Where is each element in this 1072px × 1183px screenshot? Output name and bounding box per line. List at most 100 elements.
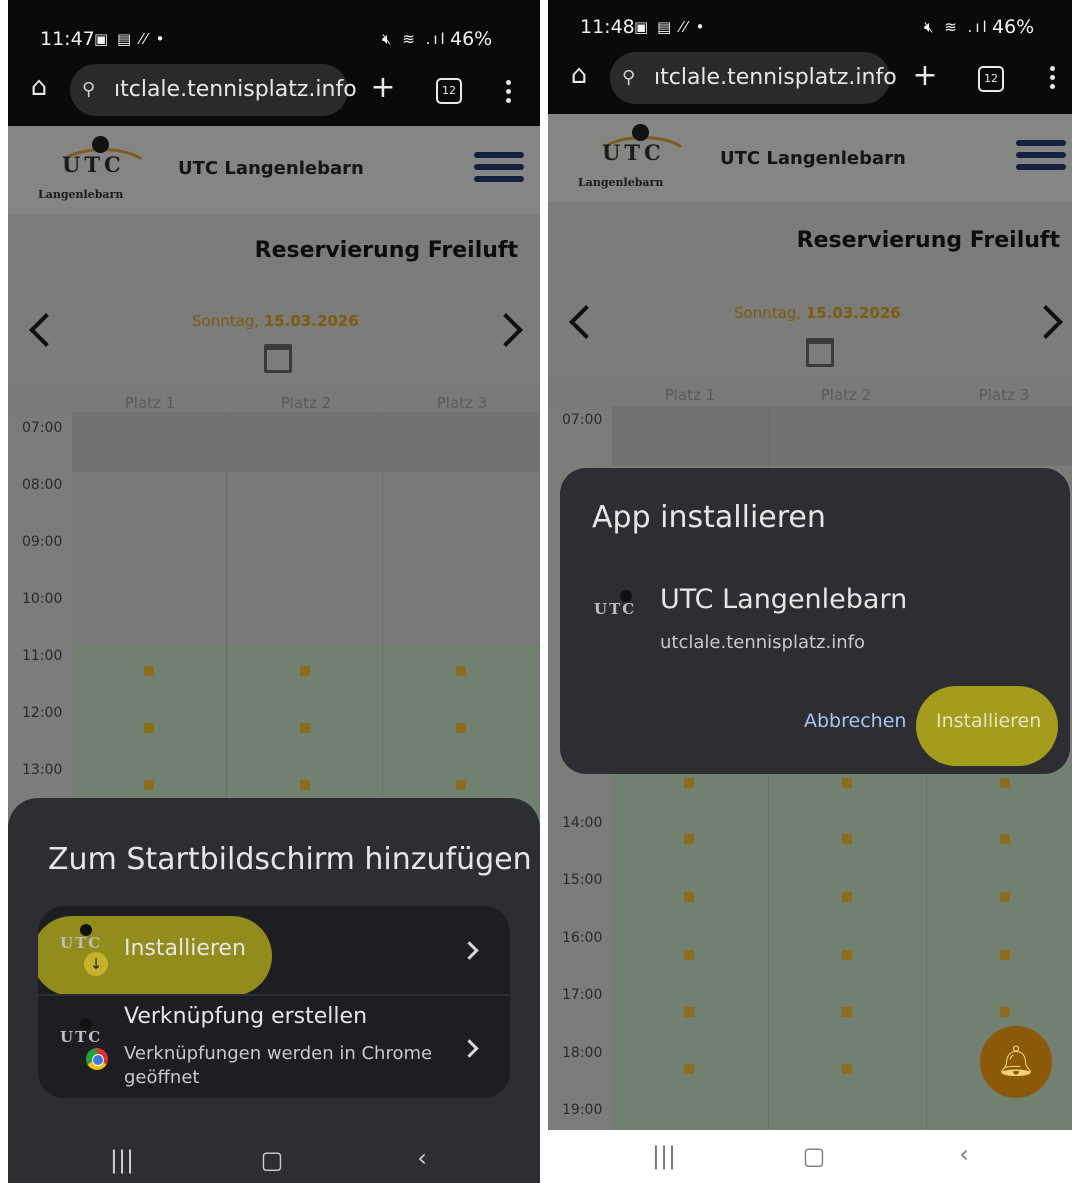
court-header: Platz 1 bbox=[124, 394, 176, 412]
chrome-badge-icon bbox=[86, 1048, 108, 1070]
next-day-arrow[interactable] bbox=[489, 313, 523, 347]
time-label: 13:00 bbox=[22, 762, 63, 778]
slot-marker[interactable] bbox=[842, 892, 852, 902]
tab-switcher-button[interactable]: 12 bbox=[978, 66, 1004, 92]
recent-apps-icon[interactable]: ||| bbox=[102, 1146, 142, 1174]
slot-marker[interactable] bbox=[684, 950, 694, 960]
time-label: 07:00 bbox=[562, 412, 603, 428]
slot-marker[interactable] bbox=[456, 723, 466, 733]
left-phone-screen: 11:47 ▣ ▤ ⁄⁄ • 🔇︎ ≋ .ıl 46% ⌂ ⚲ ıtclale.… bbox=[8, 0, 540, 1183]
slot-marker[interactable] bbox=[684, 1007, 694, 1017]
mute-wifi-signal-icons: 🔇︎ ≋ .ıl bbox=[382, 30, 448, 48]
create-shortcut-option[interactable]: UTC Verknüpfung erstellen Verknüpfungen … bbox=[38, 996, 510, 1098]
slot-marker[interactable] bbox=[1000, 834, 1010, 844]
status-time: 11:47 bbox=[40, 28, 95, 50]
system-nav-bar: ||| ▢ ‹ bbox=[548, 1130, 1072, 1183]
slot-marker[interactable] bbox=[1000, 950, 1010, 960]
dialog-app-name: UTC Langenlebarn bbox=[660, 584, 908, 615]
slot-marker[interactable] bbox=[300, 723, 310, 733]
slot-marker[interactable] bbox=[144, 723, 154, 733]
slot-marker[interactable] bbox=[300, 780, 310, 790]
menu-dots-icon[interactable] bbox=[1050, 66, 1055, 93]
time-label: 12:00 bbox=[22, 705, 63, 721]
notification-icons: ▣ ▤ ⁄⁄ • bbox=[94, 30, 167, 48]
slot-marker[interactable] bbox=[842, 834, 852, 844]
calendar-icon[interactable] bbox=[806, 338, 834, 367]
bell-icon: 🔔︎ bbox=[996, 1044, 1036, 1079]
back-nav-icon[interactable]: ‹ bbox=[402, 1144, 442, 1172]
url-text: ıtclale.tennisplatz.info bbox=[654, 65, 897, 90]
install-option[interactable]: UTC ↓ Installieren bbox=[38, 906, 510, 996]
home-nav-icon[interactable]: ▢ bbox=[794, 1142, 834, 1170]
home-icon[interactable]: ⌂ bbox=[24, 72, 54, 102]
next-day-arrow[interactable] bbox=[1029, 305, 1063, 339]
time-label: 18:00 bbox=[562, 1045, 603, 1061]
cancel-button[interactable]: Abbrechen bbox=[804, 710, 906, 732]
slot-rows-empty bbox=[72, 472, 540, 644]
time-label: 11:00 bbox=[22, 648, 63, 664]
slot-marker[interactable] bbox=[684, 892, 694, 902]
browser-toolbar: ⌂ ⚲ ıtclale.tennisplatz.info + 12 bbox=[548, 48, 1072, 114]
time-label: 17:00 bbox=[562, 987, 603, 1003]
hamburger-menu-icon[interactable] bbox=[474, 152, 524, 188]
site-header: UTC Langenlebarn UTC Langenlebarn bbox=[548, 114, 1072, 202]
date-label: Sonntag, 15.03.2026 bbox=[192, 312, 359, 330]
club-logo[interactable]: UTC Langenlebarn bbox=[36, 134, 152, 206]
address-bar[interactable]: ⚲ ıtclale.tennisplatz.info bbox=[70, 64, 357, 116]
app-icon: UTC bbox=[590, 590, 650, 640]
status-bar: 11:47 ▣ ▤ ⁄⁄ • 🔇︎ ≋ .ıl 46% bbox=[8, 0, 540, 70]
slot-marker[interactable] bbox=[456, 666, 466, 676]
site-settings-icon[interactable]: ⚲ bbox=[82, 64, 95, 116]
right-phone-screen: 11:48 ▣ ▤ ⁄⁄ • 🔇︎ ≋ .ıl 46% ⌂ ⚲ ıtclale.… bbox=[548, 0, 1072, 1183]
site-header: UTC Langenlebarn UTC Langenlebarn bbox=[8, 126, 540, 214]
slot-marker[interactable] bbox=[684, 1064, 694, 1074]
menu-dots-icon[interactable] bbox=[506, 80, 511, 107]
slot-marker[interactable] bbox=[456, 780, 466, 790]
time-label: 15:00 bbox=[562, 872, 603, 888]
browser-toolbar: ⌂ ⚲ ıtclale.tennisplatz.info + 12 bbox=[8, 62, 540, 126]
slot-marker[interactable] bbox=[1000, 778, 1010, 788]
slot-marker[interactable] bbox=[684, 778, 694, 788]
hamburger-menu-icon[interactable] bbox=[1016, 140, 1066, 176]
slot-marker[interactable] bbox=[300, 666, 310, 676]
notification-bell-button[interactable]: 🔔︎ bbox=[980, 1026, 1052, 1098]
slot-marker[interactable] bbox=[1000, 1007, 1010, 1017]
site-settings-icon[interactable]: ⚲ bbox=[622, 52, 635, 104]
battery-level: 46% bbox=[992, 16, 1035, 38]
recent-apps-icon[interactable]: ||| bbox=[644, 1142, 684, 1170]
time-label: 07:00 bbox=[22, 420, 63, 436]
time-label: 10:00 bbox=[22, 591, 63, 607]
slot-marker[interactable] bbox=[842, 950, 852, 960]
previous-day-arrow[interactable] bbox=[569, 305, 603, 339]
site-name: UTC Langenlebarn bbox=[178, 158, 364, 179]
shortcut-label: Verknüpfung erstellen bbox=[124, 1004, 368, 1029]
slot-marker[interactable] bbox=[842, 778, 852, 788]
slot-marker[interactable] bbox=[842, 1064, 852, 1074]
sheet-title: Zum Startbildschirm hinzufügen bbox=[48, 842, 532, 877]
back-nav-icon[interactable]: ‹ bbox=[944, 1140, 984, 1168]
calendar-icon[interactable] bbox=[264, 344, 292, 373]
home-icon[interactable]: ⌂ bbox=[564, 60, 594, 90]
web-page: UTC Langenlebarn UTC Langenlebarn Reserv… bbox=[8, 126, 540, 826]
home-nav-icon[interactable]: ▢ bbox=[252, 1146, 292, 1174]
previous-day-arrow[interactable] bbox=[29, 313, 63, 347]
url-text: ıtclale.tennisplatz.info bbox=[114, 77, 357, 102]
tab-switcher-button[interactable]: 12 bbox=[436, 78, 462, 104]
shortcut-sublabel: Verknüpfungen werden in Chrome geöffnet bbox=[124, 1043, 433, 1088]
install-button[interactable]: Installieren bbox=[936, 710, 1041, 732]
slot-marker[interactable] bbox=[842, 1007, 852, 1017]
slot-marker[interactable] bbox=[144, 666, 154, 676]
download-badge-icon: ↓ bbox=[84, 952, 108, 976]
address-bar[interactable]: ⚲ ıtclale.tennisplatz.info bbox=[610, 52, 897, 104]
mute-wifi-signal-icons: 🔇︎ ≋ .ıl bbox=[924, 18, 990, 36]
new-tab-icon[interactable]: + bbox=[910, 58, 940, 93]
club-logo[interactable]: UTC Langenlebarn bbox=[576, 122, 692, 194]
slot-marker[interactable] bbox=[1000, 892, 1010, 902]
chevron-right-icon bbox=[460, 1039, 479, 1058]
add-to-home-sheet: Zum Startbildschirm hinzufügen UTC ↓ Ins… bbox=[8, 798, 540, 1138]
slot-row-closed bbox=[612, 406, 1072, 466]
slot-marker[interactable] bbox=[684, 834, 694, 844]
court-header: Platz 3 bbox=[978, 386, 1030, 404]
slot-marker[interactable] bbox=[144, 780, 154, 790]
new-tab-icon[interactable]: + bbox=[368, 70, 398, 105]
